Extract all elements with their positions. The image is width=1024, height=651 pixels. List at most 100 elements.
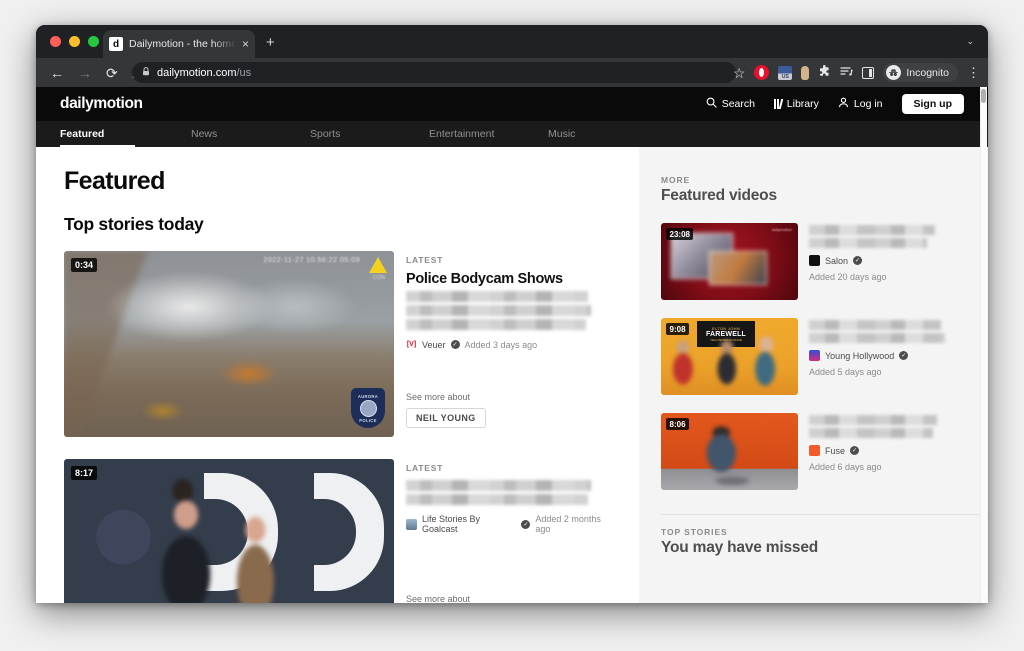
window-controls[interactable] [50,36,99,47]
incognito-avatar-icon [886,65,901,80]
signup-button[interactable]: Sign up [902,94,965,114]
channel-name[interactable]: Veuer [422,340,446,350]
browser-tab[interactable]: d Dailymotion - the home for vid × [103,30,255,58]
duration-badge: 23:08 [666,228,693,240]
channel-avatar [809,445,820,456]
redacted-title [809,225,988,248]
video-thumbnail[interactable]: 2022-11-27 10:56:22 05:09 CON AURORA POL… [64,251,394,437]
page-title: Featured [64,167,617,196]
close-window-button[interactable] [50,36,61,47]
us-flag-icon[interactable]: US [778,66,792,80]
tab-music[interactable]: Music [536,121,655,147]
scrollbar-thumb[interactable] [981,89,986,103]
warning-sub-label: CON [373,275,385,281]
channel-row[interactable]: Fuse ✓ [809,445,988,456]
channel-name[interactable]: Salon [825,256,848,266]
lock-icon [142,67,150,78]
scrollbar-track[interactable] [980,87,987,603]
verified-badge-icon: ✓ [451,340,460,349]
key-icon[interactable] [801,66,809,80]
added-time: Added 2 months ago [535,514,617,534]
story-title[interactable]: Police Bodycam Shows [406,271,617,288]
header-actions: Search Library Log in Sign up [706,94,964,114]
bookmark-star-icon[interactable]: ☆ [733,66,746,80]
sidebar-title-you-may-have-missed: You may have missed [661,539,988,557]
screen: d Dailymotion - the home for vid × + ⌄ ←… [0,0,1024,651]
duration-badge: 9:08 [666,323,689,335]
tab-entertainment[interactable]: Entertainment [417,121,536,147]
story-card[interactable]: 2022-11-27 10:56:22 05:09 CON AURORA POL… [64,251,617,437]
video-thumbnail[interactable]: ELTON JOHN FAREWELL YELLOW BRICK ROAD 9:… [661,318,798,395]
sidebar-video-item[interactable]: 8:06 Fuse ✓ Added 6 days ago [661,413,988,490]
sidebar-video-item[interactable]: ELTON JOHN FAREWELL YELLOW BRICK ROAD 9:… [661,318,988,395]
topic-tag-chip[interactable]: NEIL YOUNG [406,408,486,428]
chevron-down-icon[interactable]: ⌄ [966,36,974,47]
channel-name[interactable]: Fuse [825,446,845,456]
police-seal-icon [360,400,377,417]
thumbnail-art [64,459,394,603]
reload-icon[interactable]: ⟳ [106,66,118,80]
story-meta: LATEST Police Bodycam Shows [V] Veuer ✓ … [406,251,617,437]
url-domain: dailymotion.com [157,67,236,79]
channel-name[interactable]: Young Hollywood [825,351,894,361]
channel-row[interactable]: Salon ✓ [809,255,988,266]
duration-badge: 0:34 [71,258,97,272]
reading-list-icon[interactable] [840,66,853,80]
new-tab-icon[interactable]: + [266,35,275,50]
web-page: dailymotion Search Library [36,87,988,603]
dailymotion-favicon: d [109,37,123,51]
tab-news[interactable]: News [179,121,298,147]
close-tab-icon[interactable]: × [242,38,249,50]
tab-entertainment-label: Entertainment [429,128,494,140]
opera-icon[interactable] [754,65,769,80]
sidebar-video-meta: Young Hollywood ✓ Added 5 days ago [809,318,988,395]
tab-news-label: News [191,128,217,140]
police-badge-top-text: AURORA [358,394,378,399]
story-card[interactable]: 8:17 LATEST Life Stories By Goalcast ✓ [64,459,617,603]
side-panel-icon[interactable] [862,67,874,79]
search-button[interactable]: Search [706,97,755,111]
maximize-window-button[interactable] [88,36,99,47]
channel-row[interactable]: [V] Veuer ✓ Added 3 days ago [406,339,617,350]
channel-row[interactable]: Young Hollywood ✓ [809,350,988,361]
video-thumbnail[interactable]: dailymotion 23:08 [661,223,798,300]
browser-window: d Dailymotion - the home for vid × + ⌄ ←… [36,25,988,603]
story-eyebrow: LATEST [406,255,617,265]
channel-avatar [809,350,820,361]
added-time: Added 20 days ago [809,272,988,282]
sidebar-eyebrow-top-stories: TOP STORIES [661,527,988,537]
address-bar[interactable]: dailymotion.com/us [132,62,736,83]
verified-badge-icon: ✓ [850,446,859,455]
forward-icon[interactable]: → [78,66,92,80]
channel-row[interactable]: Life Stories By Goalcast ✓ Added 2 month… [406,514,617,534]
tab-featured[interactable]: Featured [60,121,179,147]
extensions-puzzle-icon[interactable] [818,65,831,80]
site-nav: Featured News Sports Entertainment Music [36,121,988,147]
browser-menu-icon[interactable]: ⋮ [967,66,980,79]
incognito-indicator[interactable]: Incognito [883,63,958,82]
person-icon [838,97,849,111]
warning-triangle-icon [369,257,387,273]
story-meta: LATEST Life Stories By Goalcast ✓ Added … [406,459,617,603]
sidebar-video-item[interactable]: dailymotion 23:08 Salon ✓ [661,223,988,300]
browser-toolbar: ← → ⟳ ⌂ dailymotion.com/us ☆ US [36,58,988,87]
added-time: Added 3 days ago [465,340,538,350]
added-time: Added 6 days ago [809,462,988,472]
police-badge-bottom-text: POLICE [359,418,376,423]
main-column: Featured Top stories today 2022-11-27 10… [36,147,639,603]
login-button[interactable]: Log in [838,97,883,111]
back-icon[interactable]: ← [50,66,64,80]
video-thumbnail[interactable]: 8:06 [661,413,798,490]
dailymotion-logo[interactable]: dailymotion [60,95,143,113]
see-more-label: See more about [406,594,617,603]
nav-buttons: ← → ⟳ ⌂ [36,66,140,80]
tab-sports[interactable]: Sports [298,121,417,147]
minimize-window-button[interactable] [69,36,80,47]
library-button[interactable]: Library [774,98,819,110]
url-path: /us [236,67,251,79]
bodycam-timestamp-overlay: 2022-11-27 10:56:22 05:09 [264,257,360,264]
page-scrollbar[interactable] [980,87,987,603]
video-thumbnail[interactable]: 8:17 [64,459,394,603]
library-icon [774,99,782,109]
channel-name[interactable]: Life Stories By Goalcast [422,514,516,534]
